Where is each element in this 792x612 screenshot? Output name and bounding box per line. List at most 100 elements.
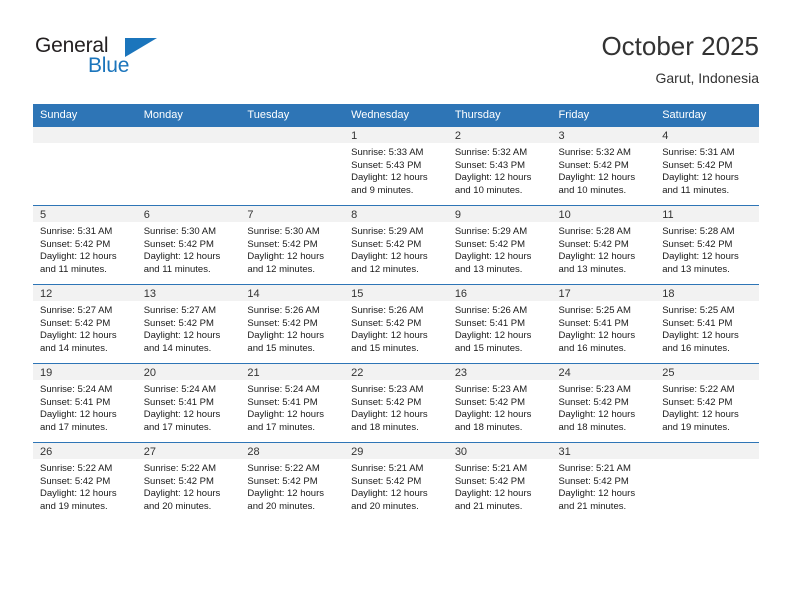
day-number: 4 bbox=[655, 127, 759, 143]
day-detail-line: Sunset: 5:42 PM bbox=[454, 475, 526, 487]
day-detail-line: Sunrise: 5:27 AM bbox=[40, 305, 113, 316]
calendar-day-cell[interactable]: 28 Sunrise: 5:22 AM Sunset: 5:42 PM Dayligh… bbox=[240, 442, 345, 521]
calendar-day-cell[interactable]: 31 Sunrise: 5:21 AM Sunset: 5:42 PM Dayligh… bbox=[551, 442, 656, 521]
day-detail-line: Sunset: 5:42 PM bbox=[40, 238, 111, 250]
day-detail-line: and 14 minutes. bbox=[143, 342, 212, 354]
day-detail-line: and 21 minutes. bbox=[454, 500, 523, 512]
calendar-day-cell[interactable]: 23 Sunrise: 5:23 AM Sunset: 5:42 PM Dayligh… bbox=[447, 363, 552, 443]
day-details: Sunrise: 5:21 AM Sunset: 5:42 PM Daylight:… bbox=[344, 459, 448, 513]
calendar-day-cell[interactable]: 11 Sunrise: 5:28 AM Sunset: 5:42 PM Dayligh… bbox=[655, 205, 759, 285]
day-detail-line: Sunset: 5:42 PM bbox=[558, 159, 629, 171]
day-detail-line: Daylight: 12 hours bbox=[143, 251, 221, 263]
day-number bbox=[33, 127, 137, 143]
calendar-day-cell[interactable]: 12 Sunrise: 5:27 AM Sunset: 5:42 PM Dayligh… bbox=[33, 284, 137, 364]
day-number: 3 bbox=[551, 127, 656, 143]
calendar-day-cell[interactable]: 19 Sunrise: 5:24 AM Sunset: 5:41 PM Dayligh… bbox=[33, 363, 137, 443]
calendar-day-cell[interactable]: 7 Sunrise: 5:30 AM Sunset: 5:42 PM Daylight… bbox=[240, 205, 345, 285]
day-number: 24 bbox=[551, 364, 656, 380]
calendar-day-cell[interactable]: 21 Sunrise: 5:24 AM Sunset: 5:41 PM Dayligh… bbox=[240, 363, 345, 443]
day-detail-line: Sunset: 5:43 PM bbox=[454, 159, 526, 171]
calendar-day-cell[interactable]: 2 Sunrise: 5:32 AM Sunset: 5:43 PM Daylight… bbox=[447, 126, 552, 206]
calendar-week-row: 1 Sunrise: 5:33 AM Sunset: 5:43 PM Daylight… bbox=[33, 126, 759, 206]
day-details: Sunrise: 5:32 AM Sunset: 5:42 PM Daylight:… bbox=[552, 143, 656, 197]
day-detail-line: Daylight: 12 hours bbox=[558, 172, 636, 184]
day-details: Sunrise: 5:33 AM Sunset: 5:43 PM Daylight:… bbox=[344, 143, 448, 197]
calendar-day-cell[interactable]: 4 Sunrise: 5:31 AM Sunset: 5:42 PM Daylight… bbox=[655, 126, 759, 206]
day-detail-line: and 16 minutes. bbox=[558, 342, 627, 354]
calendar-day-cell[interactable]: 5 Sunrise: 5:31 AM Sunset: 5:42 PM Daylight… bbox=[33, 205, 137, 285]
brand-name-blue: Blue bbox=[88, 54, 130, 77]
day-detail-line: and 15 minutes. bbox=[247, 342, 316, 354]
day-detail-line: Daylight: 12 hours bbox=[454, 330, 532, 342]
day-detail-line: Sunset: 5:43 PM bbox=[351, 159, 422, 171]
day-detail-line: Daylight: 12 hours bbox=[143, 409, 221, 421]
calendar-empty-cell bbox=[33, 126, 137, 206]
weekday-header-wednesday: Wednesday bbox=[344, 104, 448, 127]
day-detail-line: Sunset: 5:42 PM bbox=[662, 159, 733, 171]
day-detail-line: Sunset: 5:42 PM bbox=[40, 475, 111, 487]
day-number bbox=[136, 127, 241, 143]
day-detail-line: Daylight: 12 hours bbox=[558, 330, 636, 342]
day-detail-line: Sunrise: 5:24 AM bbox=[247, 384, 320, 395]
day-detail-line: Sunrise: 5:28 AM bbox=[558, 226, 631, 237]
calendar-day-cell[interactable]: 13 Sunrise: 5:27 AM Sunset: 5:42 PM Dayligh… bbox=[136, 284, 241, 364]
brand-logo[interactable]: General Blue bbox=[35, 34, 215, 94]
calendar-day-cell[interactable]: 16 Sunrise: 5:26 AM Sunset: 5:41 PM Dayligh… bbox=[447, 284, 552, 364]
day-detail-line: Daylight: 12 hours bbox=[247, 409, 324, 421]
calendar-week-row: 12 Sunrise: 5:27 AM Sunset: 5:42 PM Dayligh… bbox=[33, 284, 759, 364]
day-detail-line: and 17 minutes. bbox=[247, 421, 316, 433]
weekday-header-friday: Friday bbox=[551, 104, 656, 127]
day-number: 19 bbox=[33, 364, 137, 380]
day-detail-line: and 11 minutes. bbox=[662, 184, 730, 196]
calendar-day-cell[interactable]: 22 Sunrise: 5:23 AM Sunset: 5:42 PM Dayligh… bbox=[344, 363, 448, 443]
day-detail-line: Daylight: 12 hours bbox=[558, 409, 636, 421]
calendar-day-cell[interactable]: 15 Sunrise: 5:26 AM Sunset: 5:42 PM Dayligh… bbox=[344, 284, 448, 364]
calendar-day-cell[interactable]: 17 Sunrise: 5:25 AM Sunset: 5:41 PM Dayligh… bbox=[551, 284, 656, 364]
day-details: Sunrise: 5:30 AM Sunset: 5:42 PM Daylight:… bbox=[240, 222, 344, 276]
calendar-week-row: 19 Sunrise: 5:24 AM Sunset: 5:41 PM Dayligh… bbox=[33, 363, 759, 443]
day-details: Sunrise: 5:28 AM Sunset: 5:42 PM Daylight:… bbox=[655, 222, 759, 276]
day-number: 25 bbox=[655, 364, 759, 380]
day-details: Sunrise: 5:21 AM Sunset: 5:42 PM Daylight:… bbox=[552, 459, 656, 513]
day-detail-line: and 10 minutes. bbox=[454, 184, 523, 196]
day-detail-line: Daylight: 12 hours bbox=[143, 488, 221, 500]
calendar-day-cell[interactable]: 6 Sunrise: 5:30 AM Sunset: 5:42 PM Daylight… bbox=[136, 205, 241, 285]
calendar-day-cell[interactable]: 24 Sunrise: 5:23 AM Sunset: 5:42 PM Dayligh… bbox=[551, 363, 656, 443]
calendar-day-cell[interactable]: 18 Sunrise: 5:25 AM Sunset: 5:41 PM Dayligh… bbox=[655, 284, 759, 364]
day-detail-line: and 9 minutes. bbox=[351, 184, 414, 196]
calendar-day-cell[interactable]: 9 Sunrise: 5:29 AM Sunset: 5:42 PM Daylight… bbox=[447, 205, 552, 285]
day-detail-line: Sunrise: 5:29 AM bbox=[454, 226, 528, 237]
day-number: 2 bbox=[447, 127, 552, 143]
day-details: Sunrise: 5:29 AM Sunset: 5:42 PM Daylight:… bbox=[448, 222, 552, 276]
calendar-week-row: 5 Sunrise: 5:31 AM Sunset: 5:42 PM Daylight… bbox=[33, 205, 759, 285]
weekday-header: Sunday Monday Tuesday Wednesday Thursday Frid… bbox=[33, 104, 759, 127]
day-detail-line: Sunrise: 5:24 AM bbox=[40, 384, 113, 395]
day-detail-line: Daylight: 12 hours bbox=[351, 251, 428, 263]
calendar-day-cell[interactable]: 27 Sunrise: 5:22 AM Sunset: 5:42 PM Dayligh… bbox=[136, 442, 241, 521]
calendar-day-cell[interactable]: 26 Sunrise: 5:22 AM Sunset: 5:42 PM Dayligh… bbox=[33, 442, 137, 521]
calendar-empty-cell bbox=[240, 126, 345, 206]
day-detail-line: Daylight: 12 hours bbox=[558, 251, 636, 263]
day-number: 14 bbox=[240, 285, 345, 301]
day-details: Sunrise: 5:23 AM Sunset: 5:42 PM Daylight:… bbox=[448, 380, 552, 434]
page-header: General Blue October 2025 Garut, Indones… bbox=[33, 30, 759, 100]
day-details: Sunrise: 5:22 AM Sunset: 5:42 PM Daylight:… bbox=[33, 459, 137, 513]
calendar-day-cell[interactable]: 8 Sunrise: 5:29 AM Sunset: 5:42 PM Daylight… bbox=[344, 205, 448, 285]
calendar-day-cell[interactable]: 14 Sunrise: 5:26 AM Sunset: 5:42 PM Dayligh… bbox=[240, 284, 345, 364]
day-number: 30 bbox=[447, 443, 552, 459]
calendar-day-cell[interactable]: 1 Sunrise: 5:33 AM Sunset: 5:43 PM Daylight… bbox=[344, 126, 448, 206]
day-detail-line: and 12 minutes. bbox=[351, 263, 419, 275]
day-detail-line: Daylight: 12 hours bbox=[247, 330, 324, 342]
day-detail-line: Sunrise: 5:26 AM bbox=[351, 305, 424, 316]
day-detail-line: Daylight: 12 hours bbox=[247, 488, 324, 500]
day-number: 12 bbox=[33, 285, 137, 301]
calendar-day-cell[interactable]: 3 Sunrise: 5:32 AM Sunset: 5:42 PM Daylight… bbox=[551, 126, 656, 206]
calendar-day-cell[interactable]: 20 Sunrise: 5:24 AM Sunset: 5:41 PM Dayligh… bbox=[136, 363, 241, 443]
day-detail-line: Sunrise: 5:27 AM bbox=[143, 305, 217, 316]
day-detail-line: Sunset: 5:42 PM bbox=[558, 238, 629, 250]
calendar-day-cell[interactable]: 29 Sunrise: 5:21 AM Sunset: 5:42 PM Dayligh… bbox=[344, 442, 448, 521]
calendar-day-cell[interactable]: 25 Sunrise: 5:22 AM Sunset: 5:42 PM Dayligh… bbox=[655, 363, 759, 443]
day-details: Sunrise: 5:23 AM Sunset: 5:42 PM Daylight:… bbox=[552, 380, 656, 434]
calendar-day-cell[interactable]: 30 Sunrise: 5:21 AM Sunset: 5:42 PM Dayligh… bbox=[447, 442, 552, 521]
calendar-day-cell[interactable]: 10 Sunrise: 5:28 AM Sunset: 5:42 PM Dayligh… bbox=[551, 205, 656, 285]
